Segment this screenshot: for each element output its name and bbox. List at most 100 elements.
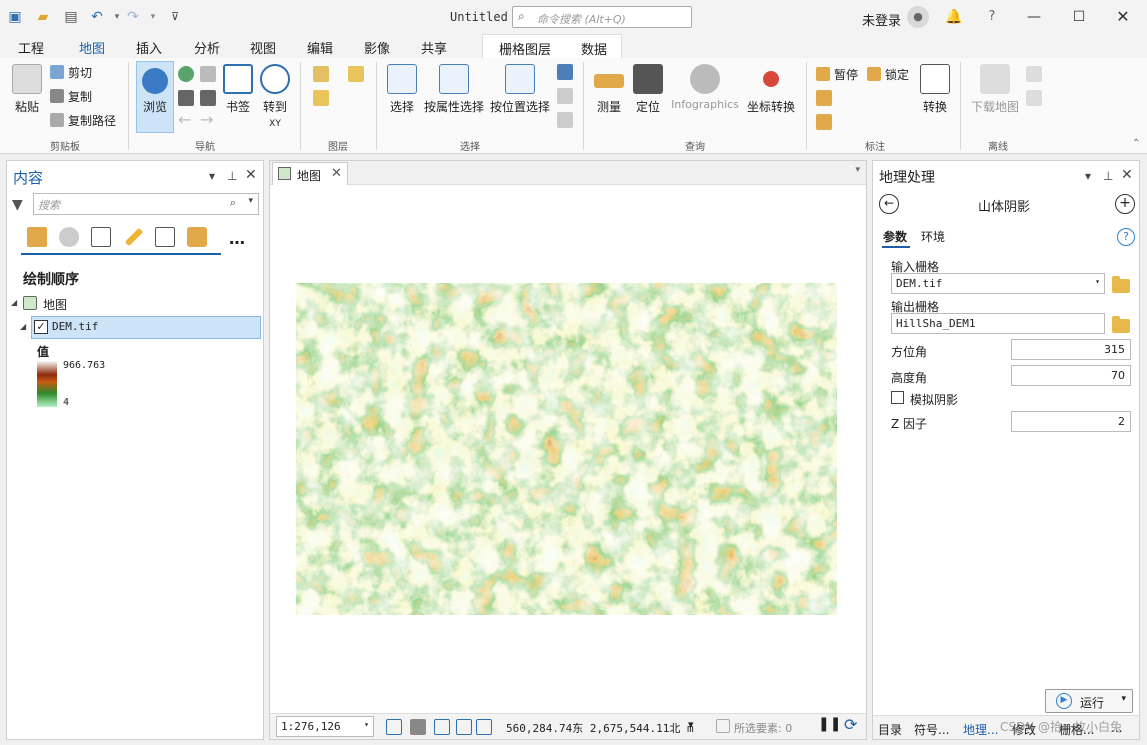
tab-data[interactable]: 数据 [581, 39, 607, 58]
redo-dropdown-icon[interactable]: ▾ [144, 9, 162, 25]
list-by-drawing-order-icon[interactable] [27, 227, 47, 247]
tab-raster-layer[interactable]: 栅格图层 [499, 39, 551, 58]
list-by-source-icon[interactable] [59, 227, 79, 247]
previous-extent-icon[interactable]: ← [178, 112, 194, 128]
new-project-icon[interactable]: ▣ [6, 9, 24, 25]
run-button[interactable]: ▶ 运行 ▾ [1045, 689, 1133, 713]
locate-button[interactable]: 定位 [630, 64, 666, 115]
lock-labels-button[interactable]: 锁定 [867, 66, 909, 83]
zoom-in-fixed-icon[interactable] [178, 90, 194, 106]
pause-labels-button[interactable]: 暂停 [816, 66, 858, 83]
expand-icon[interactable]: ◢ [11, 298, 17, 307]
list-by-selection-icon[interactable] [91, 227, 111, 247]
close-button[interactable]: ✕ [1110, 6, 1136, 28]
more-icon[interactable]: … [229, 229, 245, 248]
pause-drawing-icon[interactable]: ❚❚ [818, 716, 841, 732]
tab-map[interactable]: 地图 [79, 38, 106, 61]
clear-selection-icon[interactable] [557, 88, 573, 104]
tab-environments[interactable]: 环境 [921, 228, 945, 245]
select-by-attributes-button[interactable]: 按属性选择 [423, 64, 485, 115]
z-factor-input[interactable]: 2 [1011, 411, 1131, 432]
minimize-button[interactable]: — [1021, 6, 1047, 28]
map-tree-item[interactable]: 地图 [43, 296, 67, 313]
output-raster-input[interactable]: HillSha_DEM1 [891, 313, 1105, 334]
close-pane-icon[interactable]: ✕ [245, 167, 257, 183]
tab-project[interactable]: 工程 [18, 38, 44, 57]
grid-icon[interactable] [386, 719, 402, 735]
login-status[interactable]: 未登录 [862, 10, 901, 29]
constraints-icon[interactable] [456, 719, 472, 735]
model-shadows-checkbox[interactable] [891, 391, 904, 404]
back-icon[interactable]: ← [879, 194, 899, 214]
filter-icon[interactable]: ▼ [12, 197, 23, 213]
add-data-icon[interactable] [348, 66, 364, 82]
coordinate-conversion-button[interactable]: 坐标转换 [745, 64, 797, 115]
fixed-zoom-icon[interactable] [200, 66, 216, 82]
pane-menu-icon[interactable]: ▾ [1085, 169, 1091, 183]
sync-icon[interactable] [1026, 66, 1042, 82]
chevron-down-icon[interactable]: ▾ [248, 196, 253, 206]
tab-geoprocessing[interactable]: 地理... [963, 721, 998, 738]
layer-row[interactable]: ◢ ✓ DEM.tif [20, 316, 261, 339]
altitude-input[interactable]: 70 [1011, 365, 1131, 386]
download-map-button[interactable]: 下载地图 [968, 64, 1022, 115]
tab-catalog[interactable]: 目录 [878, 721, 902, 738]
customize-icon[interactable]: ⊽ [166, 9, 184, 25]
convert-labels-button[interactable]: 转换 [918, 64, 952, 115]
layer-visibility-checkbox[interactable]: ✓ [34, 320, 48, 334]
scale-select[interactable]: 1:276,126 ▾ [276, 716, 374, 737]
browse-folder-icon[interactable] [1112, 316, 1130, 333]
azimuth-input[interactable]: 315 [1011, 339, 1131, 360]
remove-offline-icon[interactable] [1026, 90, 1042, 106]
help-icon[interactable]: ? [1117, 228, 1135, 246]
close-pane-icon[interactable]: ✕ [1121, 167, 1133, 183]
collapse-ribbon-icon[interactable]: ⌃ [1132, 138, 1140, 149]
input-raster-select[interactable]: DEM.tif ▾ [891, 273, 1105, 294]
tab-analysis[interactable]: 分析 [194, 38, 220, 57]
redo-icon[interactable]: ↷ [124, 9, 142, 25]
select-button[interactable]: 选择 [384, 64, 420, 115]
dem-raster-image[interactable] [296, 283, 837, 615]
notification-icon[interactable]: 🔔 [941, 6, 967, 28]
tab-list-icon[interactable]: ▾ [855, 165, 860, 175]
undo-icon[interactable]: ↶ [88, 9, 106, 25]
zoom-to-selection-icon[interactable] [557, 112, 573, 128]
tab-insert[interactable]: 插入 [136, 38, 162, 57]
add-icon[interactable]: + [1115, 194, 1135, 214]
bookmarks-button[interactable]: 书签 [220, 64, 256, 115]
infographics-button[interactable]: Infographics [668, 64, 742, 111]
open-icon[interactable]: ▰ [34, 9, 52, 25]
measure-button[interactable]: 测量 [591, 64, 627, 115]
attributes-icon[interactable] [557, 64, 573, 80]
tab-imagery[interactable]: 影像 [364, 38, 390, 57]
paste-button[interactable]: 粘贴 [8, 64, 46, 115]
basemap-icon[interactable] [313, 66, 329, 82]
full-extent-icon[interactable] [178, 66, 194, 82]
copy-button[interactable]: 复制 [50, 88, 92, 105]
pin-icon[interactable]: ⊥ [227, 169, 237, 183]
chevron-down-icon[interactable]: ▾ [1121, 694, 1126, 704]
maximize-button[interactable]: ☐ [1066, 6, 1092, 28]
chevron-down-icon[interactable]: ▾ [688, 718, 694, 731]
list-by-snapping-icon[interactable] [155, 227, 175, 247]
list-by-editing-icon[interactable] [124, 227, 144, 247]
cut-button[interactable]: 剪切 [50, 64, 92, 81]
tab-edit[interactable]: 编辑 [307, 38, 333, 57]
tab-view[interactable]: 视图 [250, 38, 276, 57]
zoom-out-fixed-icon[interactable] [200, 90, 216, 106]
contents-search-input[interactable]: 搜索 ⌕ ▾ [33, 193, 259, 215]
pane-menu-icon[interactable]: ▾ [209, 169, 215, 183]
refresh-icon[interactable]: ⟳ [844, 715, 857, 734]
rotation-icon[interactable] [476, 719, 492, 735]
copy-path-button[interactable]: 复制路径 [50, 112, 116, 129]
next-extent-icon[interactable]: → [200, 112, 216, 128]
avatar[interactable]: ● [907, 6, 929, 28]
expand-icon[interactable]: ◢ [20, 322, 26, 331]
browse-folder-icon[interactable] [1112, 276, 1130, 293]
save-icon[interactable]: ▤ [62, 9, 80, 25]
label-options-icon[interactable] [816, 114, 832, 130]
map-tab[interactable]: 地图 ✕ [272, 162, 348, 185]
select-by-location-button[interactable]: 按位置选择 [489, 64, 551, 115]
close-tab-icon[interactable]: ✕ [331, 166, 342, 181]
explore-button[interactable]: 浏览 [136, 61, 174, 133]
